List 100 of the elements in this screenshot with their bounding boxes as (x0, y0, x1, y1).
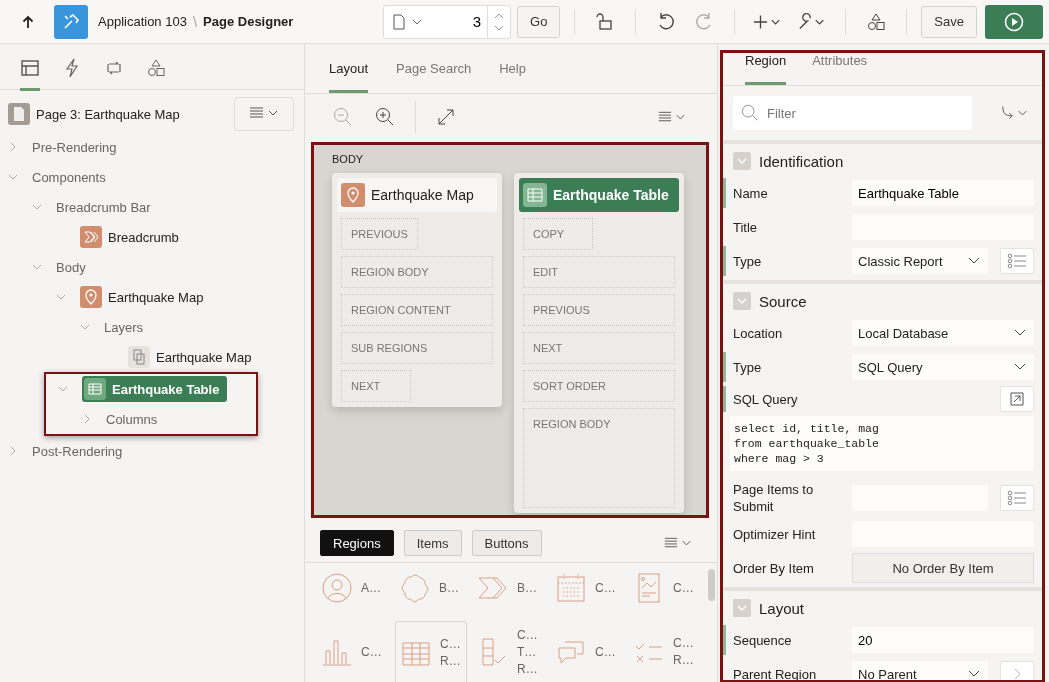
gallery-item[interactable]: C… (317, 621, 389, 682)
collapse-toggle-icon[interactable] (733, 292, 751, 310)
panel-tab[interactable]: Region (745, 53, 787, 85)
code-editor[interactable]: select id, title, mag from earthquake_table where mag > 3 (730, 416, 1034, 471)
gallery-item[interactable]: C… (629, 565, 701, 611)
region-card[interactable]: Earthquake Table COPY EDIT PREVIOUS NEXT SORT ORDER REGION BODY (514, 173, 684, 513)
tree-node[interactable]: Body (56, 256, 92, 278)
caret-icon[interactable] (1014, 329, 1026, 337)
tree-node[interactable]: Breadcrumb (80, 223, 185, 251)
item-label: C… (595, 643, 616, 661)
menu-icon[interactable] (249, 105, 279, 120)
chevron-icon[interactable] (32, 202, 42, 212)
gallery-item[interactable]: C… (551, 621, 623, 682)
page-selector[interactable]: 3 (383, 4, 511, 39)
item-label: C… (673, 579, 694, 597)
region-header[interactable]: Earthquake Table (519, 178, 679, 212)
page-node[interactable]: Page 3: Earthquake Map (36, 106, 228, 122)
section-title: Source (759, 292, 807, 310)
panel-tab[interactable] (20, 58, 40, 91)
gallery-tab[interactable]: Regions (320, 530, 394, 556)
input-field[interactable]: 20 (852, 627, 1034, 653)
tree-node[interactable]: Columns (106, 408, 164, 430)
gallery-tab[interactable]: Buttons (471, 530, 542, 556)
panel-tab[interactable]: Page Search (396, 61, 472, 93)
chevron-icon[interactable] (8, 446, 18, 456)
select-field[interactable]: No Parent (852, 661, 988, 680)
chevron-icon[interactable] (8, 172, 18, 182)
item-label: R… (517, 660, 538, 678)
caret-icon[interactable] (968, 670, 980, 678)
go-button[interactable]: Go (517, 5, 561, 38)
page-number-field[interactable]: 3 (428, 9, 481, 34)
tree-icon[interactable] (20, 58, 40, 78)
item-label: C… (361, 643, 382, 661)
region-card[interactable]: Earthquake Map PREVIOUS REGION BODY REGION CONTENT SUB REGIONS NEXT (332, 173, 502, 407)
drop-slot: REGION BODY (341, 256, 493, 288)
chevron-icon[interactable] (82, 414, 92, 424)
expand-icon[interactable] (436, 107, 456, 127)
field-label: Type (732, 358, 763, 376)
tree-node[interactable]: Earthquake Table (82, 376, 228, 402)
tree-node[interactable]: Components (32, 166, 112, 188)
external-link-icon[interactable] (1009, 391, 1025, 407)
gallery-item[interactable]: C… R… (395, 621, 467, 682)
list-icon[interactable] (1007, 253, 1027, 269)
field-label: Page Items to Submit (732, 481, 815, 515)
tree-node[interactable]: Earthquake Map (80, 283, 210, 311)
caret-icon[interactable] (968, 257, 980, 265)
scrollbar[interactable] (708, 569, 715, 601)
list-button[interactable] (1000, 248, 1034, 274)
item-label: C… (673, 635, 694, 652)
input-field[interactable]: Earthquake Table (852, 180, 1034, 206)
save-button[interactable]: Save (921, 5, 977, 38)
up-arrow-icon[interactable] (22, 14, 34, 29)
tree-node[interactable]: Earthquake Map (128, 343, 258, 371)
badge-icon (399, 572, 431, 604)
order-by-button[interactable]: No Order By Item (852, 553, 1034, 583)
chevron-icon[interactable] (32, 262, 42, 272)
collapse-toggle-icon[interactable] (733, 152, 751, 170)
filter-field[interactable]: Filter (733, 96, 972, 130)
gallery-item[interactable]: C… R… (629, 621, 701, 682)
play-icon[interactable] (1004, 11, 1024, 32)
chevron-right-icon[interactable] (1012, 668, 1022, 680)
item-label: R… (440, 653, 461, 670)
caret-icon[interactable] (1014, 363, 1026, 371)
shapes-icon[interactable] (866, 11, 887, 32)
select-field[interactable]: Classic Report (852, 248, 988, 274)
tree-menu-button[interactable] (234, 97, 294, 131)
chevron-icon[interactable] (58, 384, 68, 394)
chevron-icon[interactable] (8, 142, 18, 152)
select-field[interactable]: Local Database (852, 320, 1034, 346)
app-icon[interactable] (54, 4, 88, 39)
caret-icon[interactable] (412, 18, 422, 25)
map-pin-icon (80, 286, 102, 308)
run-button[interactable] (985, 4, 1043, 39)
spinner-icon[interactable] (494, 11, 504, 32)
zoom-in-icon[interactable] (375, 107, 395, 127)
gallery-item[interactable]: C… T… R… (473, 621, 545, 682)
app-name-link[interactable]: Application 103 (98, 14, 187, 29)
tree-node[interactable]: Post-Rendering (32, 440, 129, 462)
panel-tab[interactable]: Attributes (812, 53, 868, 85)
page-icon[interactable] (392, 13, 406, 30)
shapes-icon[interactable] (146, 58, 166, 78)
tree-node[interactable]: Layers (104, 316, 150, 338)
list-button[interactable] (1000, 485, 1034, 511)
chevron-icon[interactable] (56, 292, 66, 302)
zoom-out-icon[interactable] (333, 107, 353, 127)
gallery-item[interactable]: B… (395, 565, 467, 611)
region-header[interactable]: Earthquake Map (337, 178, 497, 212)
select-field[interactable]: SQL Query (852, 354, 1034, 380)
chevron-icon[interactable] (80, 322, 90, 332)
gallery-item[interactable]: A… (317, 565, 389, 611)
panel-tab[interactable]: Layout (329, 61, 369, 93)
list-icon[interactable] (1007, 490, 1027, 506)
tree-node[interactable]: Breadcrumb Bar (56, 196, 157, 218)
tree-node[interactable]: Pre-Rendering (32, 136, 123, 158)
gallery-item[interactable]: C… (551, 565, 623, 611)
collapse-toggle-icon[interactable] (733, 599, 751, 617)
gallery-item[interactable]: B… (473, 565, 545, 611)
item-label: B… (517, 579, 537, 597)
panel-tab[interactable]: Help (499, 61, 526, 93)
gallery-tab[interactable]: Items (403, 530, 462, 556)
